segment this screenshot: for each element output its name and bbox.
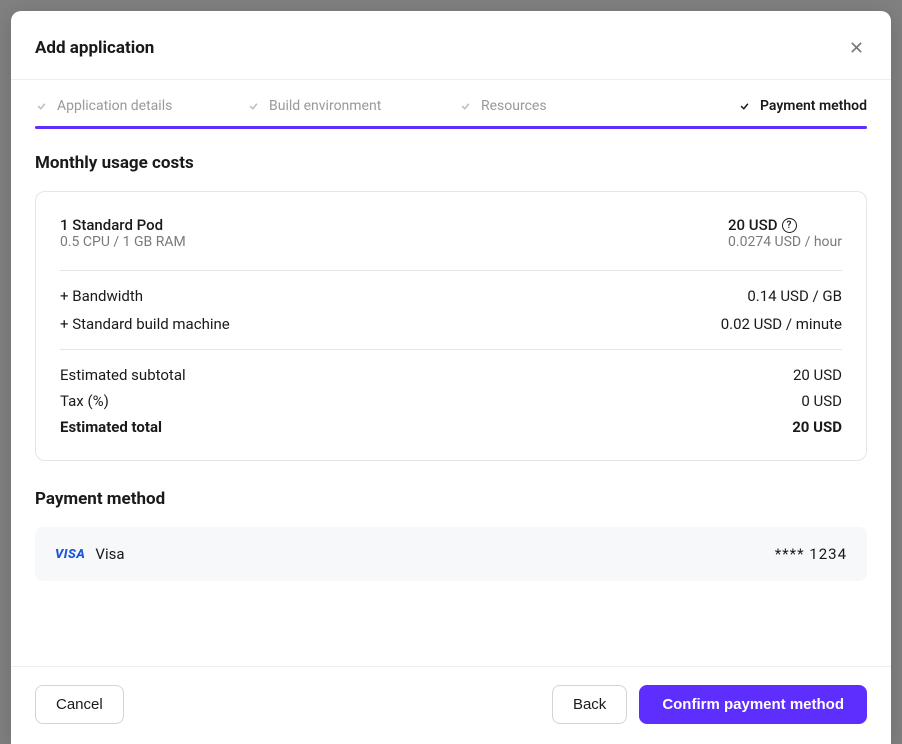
addon-name: + Standard build machine: [60, 315, 230, 333]
step-label: Payment method: [760, 98, 867, 114]
stepper: Application details Build environment Re…: [11, 80, 891, 126]
addon-price: 0.14 USD / GB: [747, 287, 842, 305]
close-button[interactable]: [846, 35, 867, 61]
help-icon[interactable]: ?: [782, 218, 797, 233]
payment-title: Payment method: [35, 489, 867, 509]
addon-name: + Bandwidth: [60, 287, 143, 305]
cost-card: 1 Standard Pod 0.5 CPU / 1 GB RAM 20 USD…: [35, 191, 867, 461]
summary-subtotal: Estimated subtotal 20 USD: [60, 366, 842, 384]
back-button[interactable]: Back: [552, 685, 627, 724]
modal-content: Monthly usage costs 1 Standard Pod 0.5 C…: [11, 129, 891, 666]
addon-bandwidth: + Bandwidth 0.14 USD / GB: [60, 287, 842, 305]
modal-header: Add application: [11, 11, 891, 79]
step-build-environment[interactable]: Build environment: [247, 98, 443, 114]
step-label: Build environment: [269, 98, 381, 114]
modal-title: Add application: [35, 38, 154, 58]
confirm-payment-button[interactable]: Confirm payment method: [639, 685, 867, 724]
step-payment-method[interactable]: Payment method: [671, 98, 867, 114]
divider: [60, 349, 842, 350]
step-label: Resources: [481, 98, 547, 114]
summary-tax: Tax (%) 0 USD: [60, 392, 842, 410]
pod-block: 1 Standard Pod 0.5 CPU / 1 GB RAM 20 USD…: [60, 216, 842, 250]
summary-block: Estimated subtotal 20 USD Tax (%) 0 USD …: [60, 366, 842, 436]
modal-footer: Cancel Back Confirm payment method: [11, 666, 891, 744]
check-icon: [35, 100, 47, 112]
visa-logo-icon: VISA: [55, 547, 85, 562]
close-icon: [850, 38, 863, 58]
addon-price: 0.02 USD / minute: [721, 315, 842, 333]
check-icon: [459, 100, 471, 112]
costs-title: Monthly usage costs: [35, 153, 867, 173]
add-application-modal: Add application Application details Buil…: [11, 11, 891, 744]
card-brand: Visa: [95, 545, 124, 563]
pod-price-hour: 0.0274 USD / hour: [728, 234, 842, 250]
payment-left: VISA Visa: [55, 545, 125, 563]
payment-method-card[interactable]: VISA Visa **** 1234: [35, 527, 867, 581]
card-masked-number: **** 1234: [775, 545, 847, 563]
pod-price: 20 USD ?: [728, 216, 842, 234]
footer-right: Back Confirm payment method: [552, 685, 867, 724]
pod-spec: 0.5 CPU / 1 GB RAM: [60, 234, 186, 250]
pod-name: 1 Standard Pod: [60, 216, 186, 234]
divider: [60, 270, 842, 271]
step-resources[interactable]: Resources: [459, 98, 655, 114]
summary-total: Estimated total 20 USD: [60, 418, 842, 436]
check-icon: [738, 100, 750, 112]
addons-block: + Bandwidth 0.14 USD / GB + Standard bui…: [60, 287, 842, 333]
addon-build-machine: + Standard build machine 0.02 USD / minu…: [60, 315, 842, 333]
step-application-details[interactable]: Application details: [35, 98, 231, 114]
check-icon: [247, 100, 259, 112]
step-label: Application details: [57, 98, 172, 114]
cancel-button[interactable]: Cancel: [35, 685, 124, 724]
